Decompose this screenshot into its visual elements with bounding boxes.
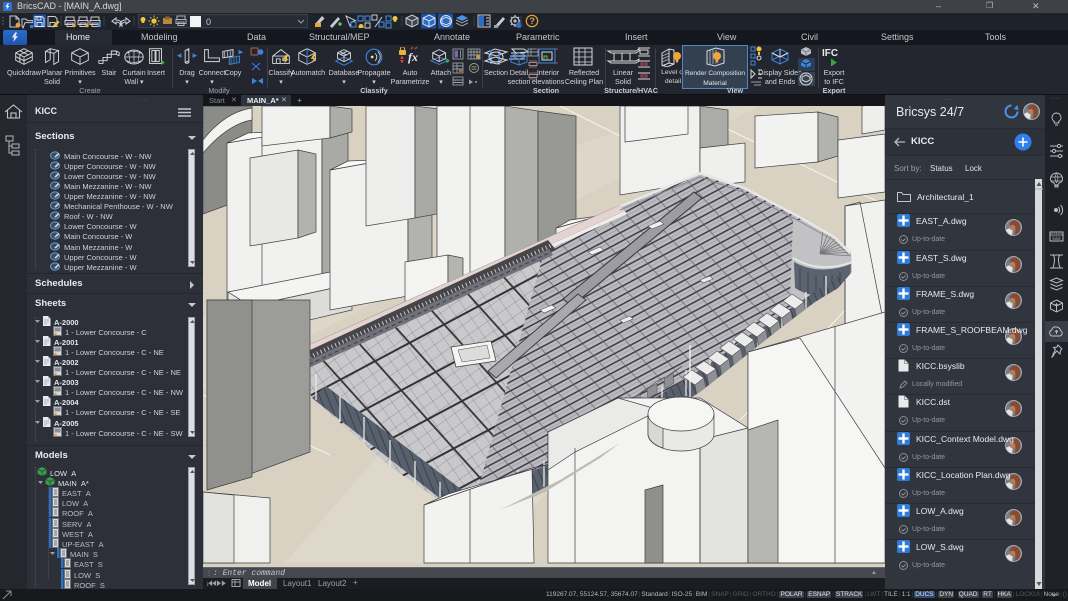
- svg-text:0: 0: [206, 17, 211, 27]
- svg-text:fx: fx: [408, 50, 418, 64]
- svg-text:IFC: IFC: [822, 48, 838, 59]
- svg-text:?: ?: [529, 16, 535, 26]
